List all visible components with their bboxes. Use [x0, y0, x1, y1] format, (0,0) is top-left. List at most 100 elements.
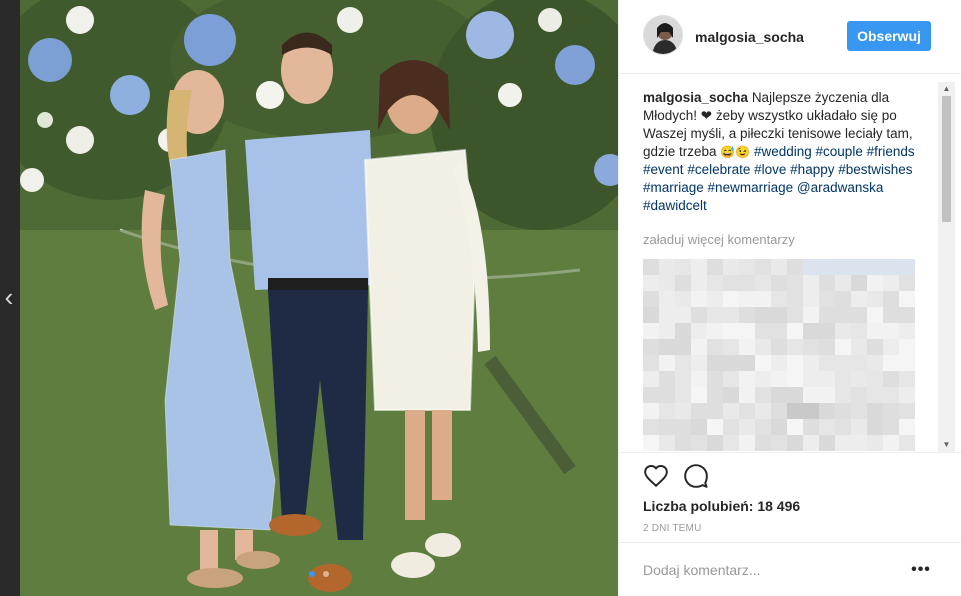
- scrollbar-thumb[interactable]: [942, 96, 951, 222]
- pixelated-cell: [787, 323, 803, 339]
- pixelated-cell: [851, 291, 867, 307]
- pixelated-cell: [835, 355, 851, 371]
- pixelated-cell: [851, 435, 867, 451]
- pixelated-cell: [899, 387, 915, 403]
- pixelated-cell: [835, 419, 851, 435]
- pixelated-cell: [771, 307, 787, 323]
- pixelated-cell: [739, 403, 755, 419]
- load-more-comments[interactable]: załaduj więcej komentarzy: [643, 231, 935, 249]
- caption-username[interactable]: malgosia_socha: [643, 90, 748, 105]
- pixelated-cell: [755, 435, 771, 451]
- pixelated-cell: [787, 403, 803, 419]
- avatar-image: [644, 16, 682, 54]
- pixelated-cell: [659, 371, 675, 387]
- pixelated-cell: [883, 387, 899, 403]
- pixelated-cell: [691, 435, 707, 451]
- pixelated-cell: [707, 355, 723, 371]
- carousel-dot-2[interactable]: [323, 571, 330, 577]
- pixelated-cell: [675, 339, 691, 355]
- hashtag[interactable]: #celebrate: [687, 162, 750, 177]
- pixelated-cell: [707, 259, 723, 275]
- hashtag[interactable]: #wedding: [754, 144, 812, 159]
- pixelated-cell: [867, 291, 883, 307]
- pixelated-cell: [787, 435, 803, 451]
- avatar[interactable]: [643, 15, 683, 55]
- pixelated-cell: [739, 371, 755, 387]
- pixelated-cell: [851, 403, 867, 419]
- pixelated-cell: [787, 291, 803, 307]
- pixelated-cell: [675, 419, 691, 435]
- pixelated-cell: [803, 403, 819, 419]
- post-timestamp[interactable]: 2 DNI TEMU: [643, 523, 702, 534]
- pixelated-cell: [691, 323, 707, 339]
- post-photo[interactable]: [20, 0, 618, 596]
- pixelated-cell: [723, 259, 739, 275]
- hashtag[interactable]: #love: [754, 162, 786, 177]
- pixelated-cell: [675, 435, 691, 451]
- pixelated-cell: [771, 291, 787, 307]
- mention-link[interactable]: @aradwanska: [797, 180, 884, 195]
- pixelated-cell: [787, 307, 803, 323]
- pixelated-cell: [739, 435, 755, 451]
- hashtag[interactable]: #friends: [867, 144, 915, 159]
- pixelated-cell: [723, 387, 739, 403]
- hashtag[interactable]: #dawidcelt: [643, 198, 707, 213]
- pixelated-cell: [643, 355, 659, 371]
- pixelated-cell: [643, 291, 659, 307]
- pixelated-cell: [707, 291, 723, 307]
- pixelated-cell: [723, 403, 739, 419]
- pixelated-cell: [899, 307, 915, 323]
- likes-count[interactable]: Liczba polubień: 18 496: [643, 498, 800, 514]
- pixelated-cell: [675, 355, 691, 371]
- post-username[interactable]: malgosia_socha: [695, 29, 804, 45]
- post-side-panel: malgosia_socha Obserwuj malgosia_socha N…: [618, 0, 961, 596]
- hashtag[interactable]: #happy: [790, 162, 834, 177]
- pixelated-cell: [707, 435, 723, 451]
- pixelated-cell: [771, 371, 787, 387]
- pixelated-cell: [819, 291, 835, 307]
- hashtag[interactable]: #bestwishes: [838, 162, 912, 177]
- pixelated-cell: [739, 387, 755, 403]
- pixelated-cell: [755, 339, 771, 355]
- pixelated-cell: [867, 275, 883, 291]
- heart-emoji-icon: ❤: [700, 108, 713, 123]
- hashtag[interactable]: #couple: [816, 144, 863, 159]
- pixelated-cell: [707, 275, 723, 291]
- pixelated-cell: [723, 435, 739, 451]
- pixelated-cell: [899, 419, 915, 435]
- pixelated-cell: [755, 371, 771, 387]
- pixelated-cell: [867, 323, 883, 339]
- ellipsis-icon[interactable]: •••: [909, 560, 933, 580]
- pixelated-cell: [899, 339, 915, 355]
- pixelated-cell: [819, 323, 835, 339]
- pixelated-cell: [803, 435, 819, 451]
- pixelated-cell: [819, 419, 835, 435]
- pixelated-cell: [691, 355, 707, 371]
- heart-outline-icon[interactable]: [643, 463, 671, 491]
- pixelated-cell: [659, 435, 675, 451]
- follow-button[interactable]: Obserwuj: [847, 21, 931, 51]
- pixelated-cell: [675, 323, 691, 339]
- pixelated-cell: [883, 291, 899, 307]
- hashtag[interactable]: #event: [643, 162, 684, 177]
- comment-input[interactable]: [643, 559, 893, 581]
- prev-post-arrow[interactable]: ‹: [0, 282, 18, 312]
- add-comment-bar: •••: [619, 542, 961, 596]
- pixelated-cell: [643, 403, 659, 419]
- pixelated-cell: [883, 419, 899, 435]
- hashtag[interactable]: #newmarriage: [708, 180, 794, 195]
- pixelated-cell: [755, 323, 771, 339]
- pixelated-cell: [883, 307, 899, 323]
- pixelated-cell: [739, 259, 755, 275]
- speech-bubble-icon[interactable]: [683, 463, 711, 491]
- comments-scrollbar[interactable]: ▲ ▼: [938, 82, 955, 452]
- scroll-down-arrow-icon[interactable]: ▼: [938, 438, 955, 452]
- pixelated-cell: [691, 307, 707, 323]
- pixelated-cell: [707, 371, 723, 387]
- pixelated-cell: [691, 339, 707, 355]
- hashtag[interactable]: #marriage: [643, 180, 704, 195]
- scroll-up-arrow-icon[interactable]: ▲: [938, 82, 955, 96]
- pixelated-cell: [723, 323, 739, 339]
- carousel-dot-1[interactable]: [308, 571, 315, 577]
- pixelated-cell: [835, 323, 851, 339]
